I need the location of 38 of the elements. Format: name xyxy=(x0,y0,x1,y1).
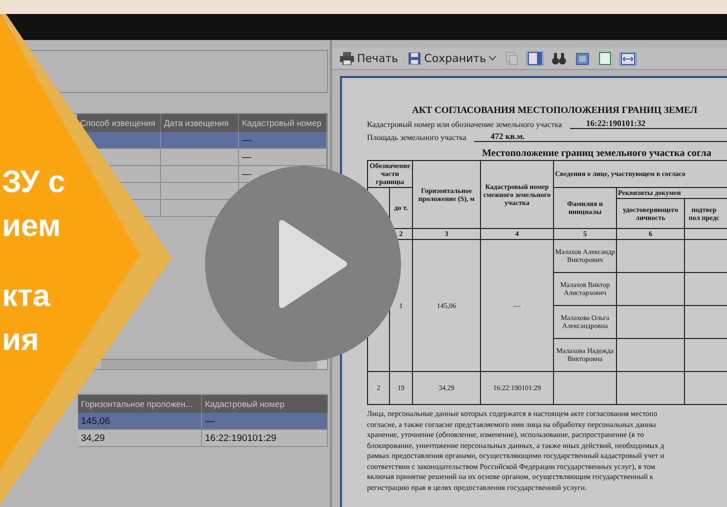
printer-icon xyxy=(340,52,354,65)
column-header[interactable]: Горизонтальное проложен... xyxy=(78,395,202,413)
column-header[interactable]: Кадастровый номер xyxy=(202,395,328,413)
document-title: АКТ СОГЛАСОВАНИЯ МЕСТОПОЛОЖЕНИЯ ГРАНИЦ ЗЕМЕЛ xyxy=(411,106,698,116)
column-header[interactable]: Способ извещения xyxy=(77,114,161,132)
banner-text: ЗУ с xyxy=(2,163,66,201)
column-header[interactable]: Кадастровый номер xyxy=(239,114,327,132)
table-cell: — xyxy=(239,149,327,166)
caret-icon xyxy=(489,56,496,61)
section-title: Местоположение границ земельного участка согла xyxy=(481,148,712,159)
field-label: Площадь земельного участка xyxy=(367,133,466,142)
banner-text: кта xyxy=(2,277,52,315)
page-button[interactable] xyxy=(574,52,592,66)
fit-width-icon xyxy=(621,52,636,64)
single-page-icon xyxy=(599,52,612,65)
print-button[interactable]: Печать xyxy=(338,51,400,66)
layout-icon xyxy=(528,52,542,65)
field-label: Кадастровый номер или обозначение земельного участка xyxy=(367,120,562,129)
horizontal-scrollbar[interactable] xyxy=(101,359,327,369)
single-button[interactable] xyxy=(597,51,614,66)
fit-button[interactable] xyxy=(619,52,638,66)
field-value: 16:22:190101:32 xyxy=(570,118,727,129)
column-header[interactable]: Дата извещения xyxy=(161,114,239,132)
copy-icon xyxy=(506,52,518,65)
table-cell: 145,06 xyxy=(78,413,202,430)
banner-text: ием xyxy=(2,207,62,245)
table-cell: 16:22:190101:29 xyxy=(202,430,328,447)
field-value: 472 кв.м. xyxy=(474,131,727,142)
play-icon xyxy=(278,219,348,309)
save-button[interactable]: Сохранить xyxy=(406,51,498,66)
table-cell: 34,29 xyxy=(78,430,202,447)
find-button[interactable] xyxy=(550,52,568,66)
page-icon xyxy=(576,52,590,64)
table-cell: — xyxy=(202,413,328,430)
binoculars-icon xyxy=(552,52,566,64)
layout-button[interactable] xyxy=(526,51,544,66)
table-cell: — xyxy=(239,132,327,149)
banner-text: ия xyxy=(2,321,40,359)
